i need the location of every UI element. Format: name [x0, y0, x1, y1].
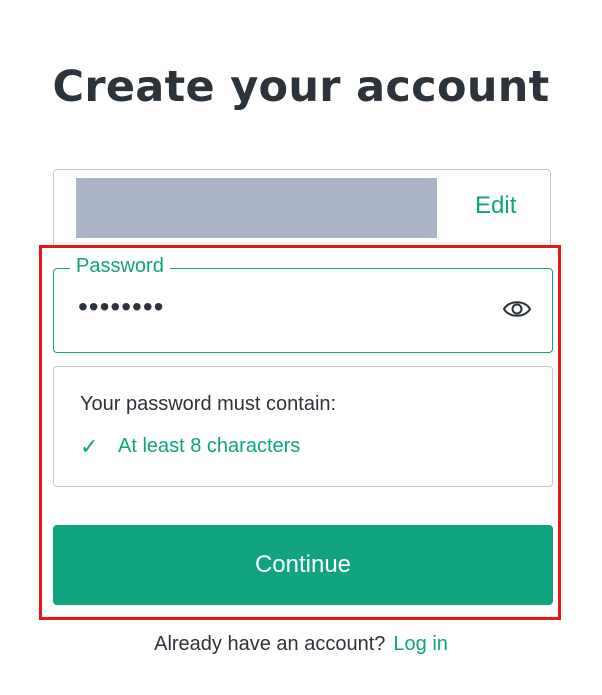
signup-page: Create your account Edit Password ••••••…: [0, 0, 602, 695]
password-field[interactable]: Password ••••••••: [53, 255, 553, 353]
continue-button[interactable]: Continue: [53, 525, 553, 605]
requirement-label: At least 8 characters: [118, 435, 301, 457]
password-label: Password: [70, 255, 170, 278]
login-prompt-text: Already have an account?: [154, 633, 386, 655]
login-prompt: Already have an account? Log in: [0, 633, 602, 656]
login-link[interactable]: Log in: [393, 633, 448, 655]
password-requirements-box: Your password must contain: ✓ At least 8…: [53, 366, 553, 487]
password-input-value[interactable]: ••••••••: [78, 291, 164, 323]
requirements-title: Your password must contain:: [80, 393, 337, 415]
email-display-box: Edit: [53, 169, 551, 245]
edit-email-link[interactable]: Edit: [475, 192, 516, 220]
checkmark-icon: ✓: [80, 433, 99, 459]
redacted-email: [76, 178, 437, 238]
page-title: Create your account: [52, 62, 550, 112]
eye-icon[interactable]: [502, 297, 532, 321]
requirement-item: ✓ At least 8 characters: [80, 435, 300, 458]
